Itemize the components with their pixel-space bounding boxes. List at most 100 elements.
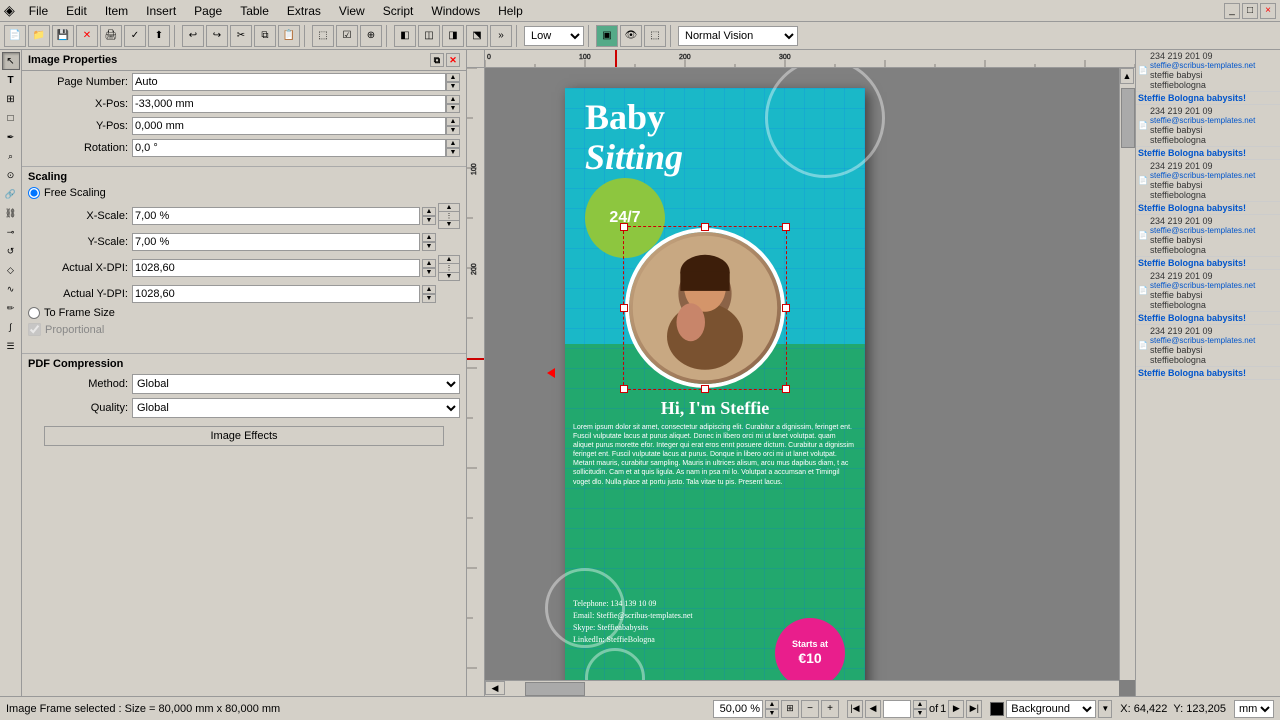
align-top-btn[interactable]: ⬔ [466,25,488,47]
x-pos-up[interactable]: ▲ [446,95,460,104]
node-tool-btn[interactable]: ◇ [2,261,20,279]
menu-page[interactable]: Page [186,2,230,20]
to-frame-size-radio[interactable] [28,307,40,319]
layer-dropdown[interactable]: Background [1006,700,1096,718]
export-pdf-btn[interactable]: ⬆ [148,25,170,47]
menu-item[interactable]: Item [97,2,136,20]
page-first-btn[interactable]: |◀ [847,700,863,718]
layers-tool-btn[interactable]: ☰ [2,337,20,355]
x-pos-input[interactable] [132,95,446,113]
copy-btn[interactable]: ⧉ [254,25,276,47]
image-effects-button[interactable]: Image Effects [44,426,444,446]
align-left-btn[interactable]: ◧ [394,25,416,47]
align-right-btn[interactable]: ◨ [442,25,464,47]
menu-file[interactable]: File [21,2,56,20]
v-scroll-up[interactable]: ▲ [1120,68,1134,84]
align-center-btn[interactable]: ◫ [418,25,440,47]
menu-extras[interactable]: Extras [279,2,329,20]
page-current-input[interactable]: 1 [883,700,911,718]
dpi-link-up[interactable]: ▲ [439,256,459,264]
menu-table[interactable]: Table [232,2,277,20]
menu-view[interactable]: View [331,2,373,20]
vision-select[interactable]: Normal Vision [678,26,798,46]
color-btn[interactable]: ▣ [596,25,618,47]
snap-btn[interactable]: ⊕ [360,25,382,47]
h-scroll-thumb[interactable] [525,682,585,696]
page-next-btn[interactable]: ▶ [948,700,964,718]
photo-frame[interactable] [625,228,785,388]
paste-btn[interactable]: 📋 [278,25,300,47]
actual-y-dpi-input[interactable] [132,285,420,303]
actual-x-dpi-up[interactable]: ▲ [422,259,436,268]
x-scale-up[interactable]: ▲ [422,207,436,216]
menu-script[interactable]: Script [375,2,422,20]
proportional-checkbox[interactable] [28,323,41,336]
page-number-up[interactable]: ▲ [446,73,460,82]
calligraph-tool-btn[interactable]: ∫ [2,318,20,336]
zoom-input[interactable] [713,700,763,718]
zoom-up[interactable]: ▲ [765,700,779,709]
table-tool-btn[interactable]: ⊞ [2,90,20,108]
shape-tool-btn[interactable]: □ [2,109,20,127]
actual-x-dpi-down[interactable]: ▼ [422,268,436,277]
zoom-fit-btn[interactable]: ⊞ [781,700,799,718]
x-scale-input[interactable] [132,207,420,225]
page-last-btn[interactable]: ▶| [966,700,982,718]
measure-tool-btn[interactable]: ⊸ [2,223,20,241]
preflight-btn[interactable]: ✓ [124,25,146,47]
scale-link-mid[interactable]: ⋮ [439,212,459,220]
actual-y-dpi-down[interactable]: ▼ [422,294,436,303]
freehand-tool-btn[interactable]: ✏ [2,299,20,317]
print-btn[interactable]: 🖨 [100,25,122,47]
open-btn[interactable]: 📁 [28,25,50,47]
y-pos-down[interactable]: ▼ [446,126,460,135]
menu-edit[interactable]: Edit [58,2,95,20]
save-btn[interactable]: 💾 [52,25,74,47]
undo-btn[interactable]: ↩ [182,25,204,47]
panel-float-btn[interactable]: ⧉ [430,53,444,67]
canvas-scroll[interactable]: Baby Sitting 24/7 [485,68,1119,680]
frame-btn[interactable]: ⬚ [312,25,334,47]
restore-btn[interactable]: □ [1242,3,1258,19]
rotation-up[interactable]: ▲ [446,139,460,148]
actual-x-dpi-input[interactable] [132,259,420,277]
zoom-tool-btn[interactable]: ⌕ [2,147,20,165]
more-btn[interactable]: » [490,25,512,47]
preview-btn[interactable]: 👁 [620,25,642,47]
handle-bl[interactable] [620,385,628,393]
display-btn[interactable]: ⬚ [644,25,666,47]
menu-help[interactable]: Help [490,2,531,20]
close-doc-btn[interactable]: ✕ [76,25,98,47]
y-scale-input[interactable] [132,233,420,251]
page-number-down[interactable]: ▼ [446,82,460,91]
page-num-up[interactable]: ▲ [913,700,927,709]
y-pos-input[interactable] [132,117,446,135]
handle-br[interactable] [782,385,790,393]
arrow-tool-btn[interactable]: ↖ [2,52,20,70]
bezier-tool-btn[interactable]: ∿ [2,280,20,298]
method-select[interactable]: Global [132,374,460,394]
y-scale-up[interactable]: ▲ [422,233,436,242]
dpi-link-down[interactable]: ▼ [439,272,459,280]
layer-arrow[interactable]: ▼ [1098,700,1112,718]
page-prev-btn[interactable]: ◀ [865,700,881,718]
eyedropper-tool-btn[interactable]: ⊙ [2,166,20,184]
handle-tr[interactable] [782,223,790,231]
y-pos-up[interactable]: ▲ [446,117,460,126]
text-tool-btn[interactable]: T [2,71,20,89]
unit-selector[interactable]: mm [1234,700,1274,718]
y-scale-down[interactable]: ▼ [422,242,436,251]
h-scroll-left[interactable]: ◀ [485,681,505,695]
pen-tool-btn[interactable]: ✒ [2,128,20,146]
v-scroll-thumb[interactable] [1121,88,1135,148]
page-number-input[interactable] [132,73,446,91]
quality-select[interactable]: Low [524,26,584,46]
actual-y-dpi-up[interactable]: ▲ [422,285,436,294]
x-pos-down[interactable]: ▼ [446,104,460,113]
close-btn[interactable]: × [1260,3,1276,19]
redo-btn[interactable]: ↪ [206,25,228,47]
menu-windows[interactable]: Windows [423,2,488,20]
zoom-down[interactable]: ▼ [765,709,779,718]
cut-btn[interactable]: ✂ [230,25,252,47]
free-scaling-radio[interactable] [28,187,40,199]
